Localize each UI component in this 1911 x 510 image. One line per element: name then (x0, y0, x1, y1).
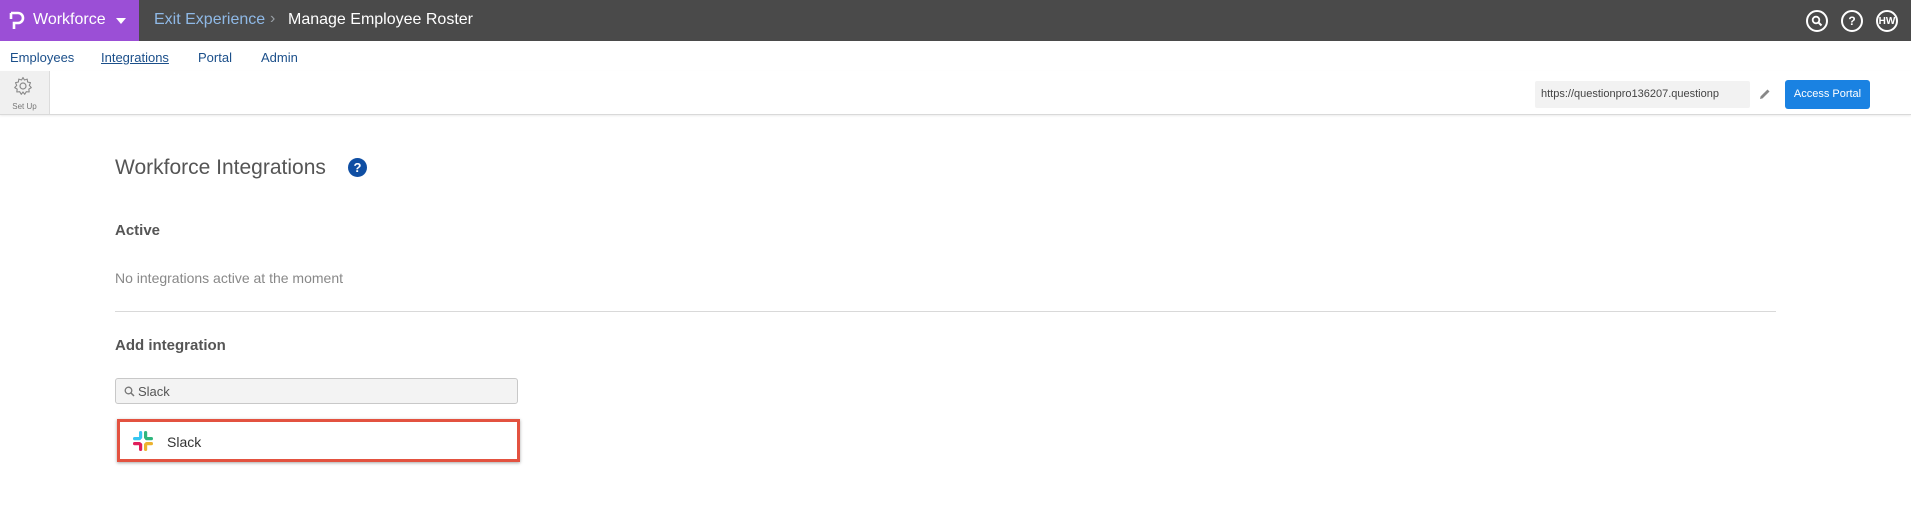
integration-result-slack[interactable]: Slack (117, 419, 520, 462)
setup-button[interactable]: Set Up (0, 71, 50, 114)
tab-integrations[interactable]: Integrations (101, 50, 169, 65)
help-icon[interactable]: ? (1841, 10, 1863, 32)
toolbar: Set Up https://questionpro136207.questio… (0, 71, 1911, 115)
integration-search (115, 378, 518, 404)
section-divider (115, 311, 1776, 312)
search-icon[interactable] (1806, 10, 1828, 32)
tab-admin[interactable]: Admin (261, 50, 298, 65)
questionpro-logo-icon (9, 11, 25, 29)
breadcrumb-separator: › (270, 10, 276, 27)
active-section-heading: Active (115, 222, 161, 239)
portal-url-field[interactable]: https://questionpro136207.questionp (1535, 81, 1750, 108)
tab-employees[interactable]: Employees (10, 50, 74, 65)
sub-navigation: Employees Integrations Portal Admin (0, 41, 1911, 72)
search-icon (124, 386, 135, 397)
integration-search-input[interactable] (138, 379, 508, 403)
setup-label: Set Up (12, 102, 37, 111)
access-portal-button[interactable]: Access Portal (1785, 80, 1870, 109)
breadcrumb-exit-experience[interactable]: Exit Experience (154, 11, 265, 29)
caret-down-icon (116, 18, 126, 24)
product-switcher[interactable]: Workforce (0, 0, 139, 41)
integration-result-label: Slack (167, 434, 202, 450)
gear-icon (14, 76, 32, 95)
empty-state-message: No integrations active at the moment (115, 270, 344, 286)
product-name: Workforce (33, 11, 106, 28)
page-title: Workforce Integrations (115, 156, 326, 179)
add-integration-heading: Add integration (115, 337, 226, 354)
user-avatar[interactable]: HW (1876, 10, 1898, 32)
top-bar: Workforce Exit Experience › Manage Emplo… (0, 0, 1911, 41)
slack-icon (133, 431, 153, 451)
question-circle-icon[interactable]: ? (348, 158, 367, 177)
tab-portal[interactable]: Portal (198, 50, 232, 65)
breadcrumb-current-page: Manage Employee Roster (288, 11, 473, 28)
pencil-icon[interactable] (1758, 87, 1772, 101)
